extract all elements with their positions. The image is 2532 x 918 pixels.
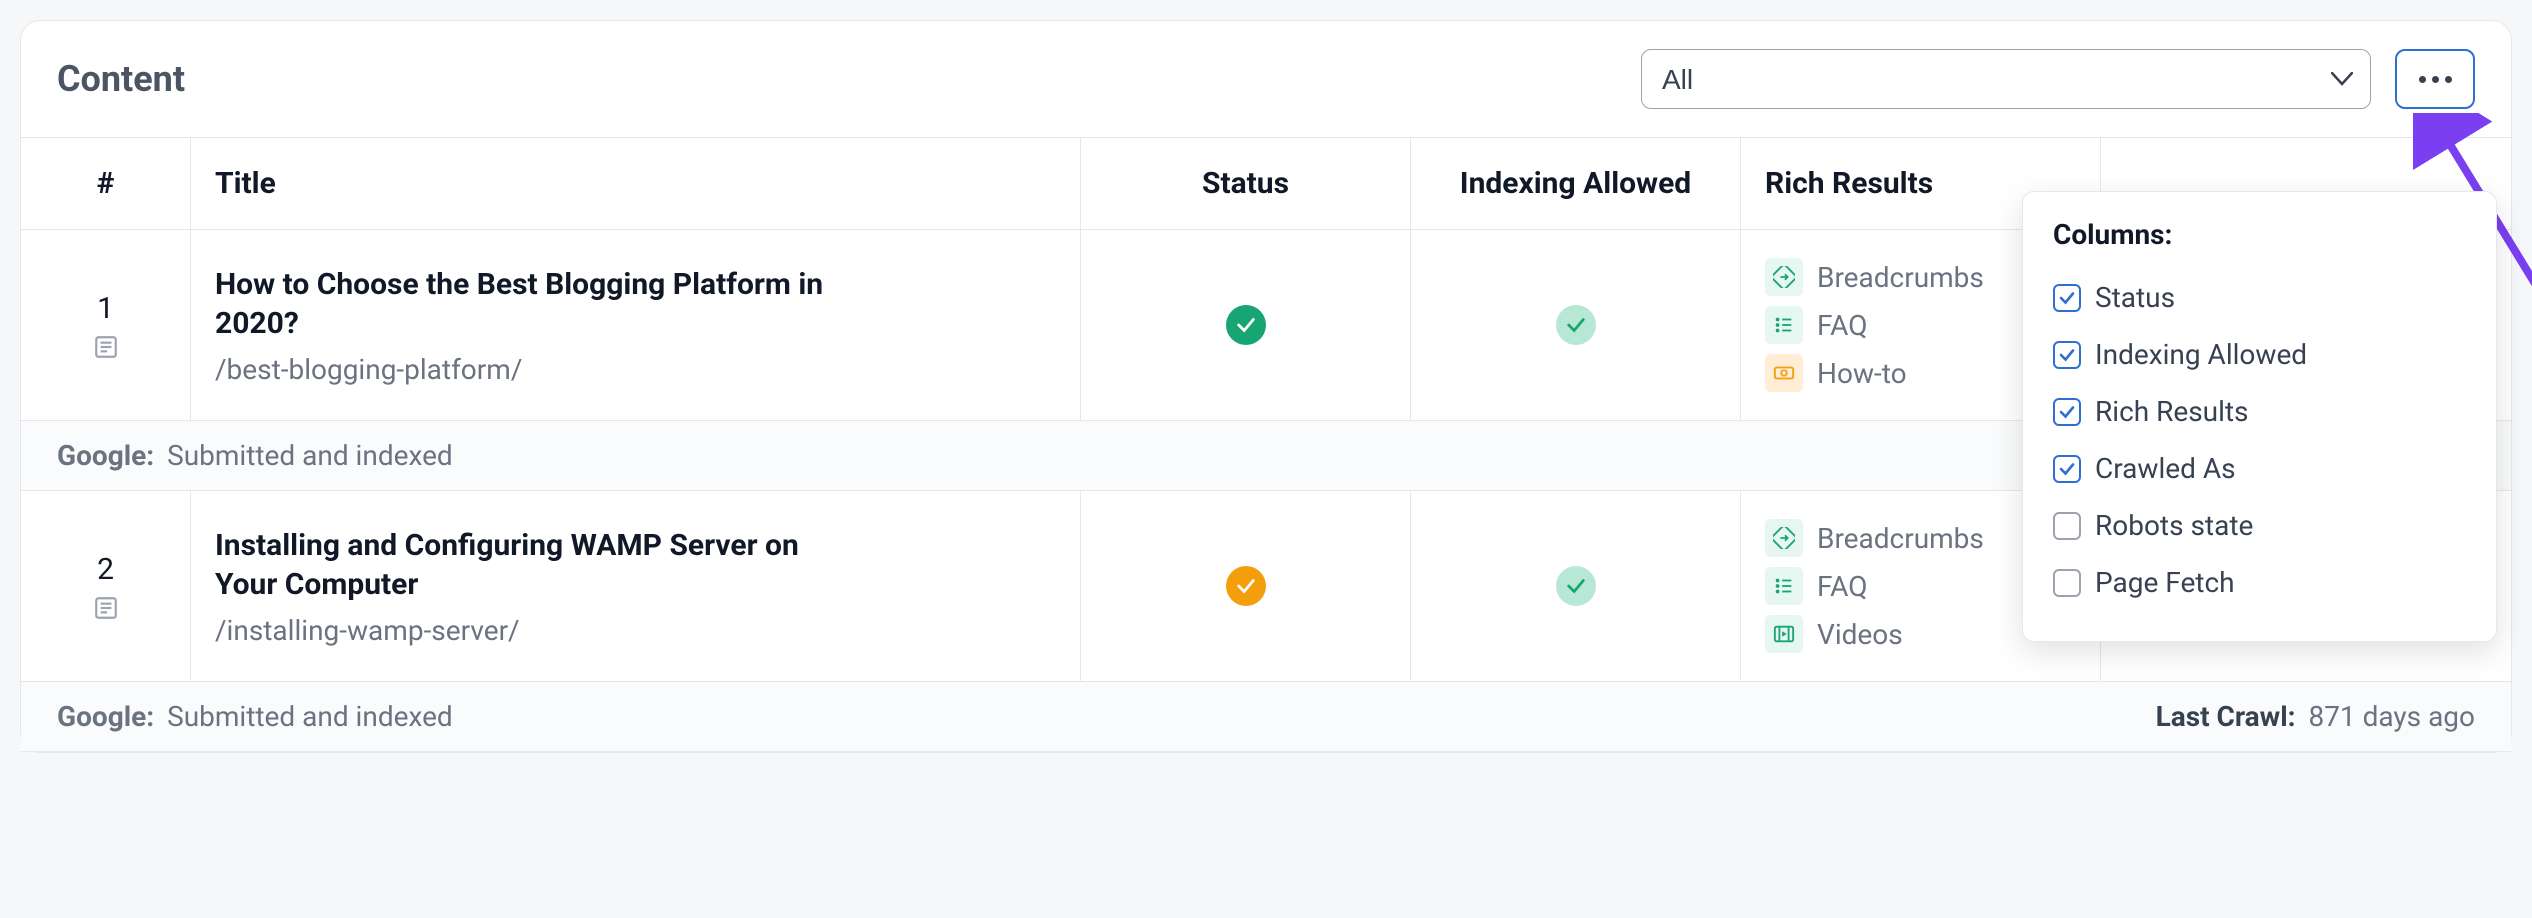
row-title[interactable]: Installing and Configuring WAMP Server o… — [215, 526, 855, 604]
rich-item-label: Videos — [1817, 618, 1903, 651]
breadcrumb-icon — [1765, 519, 1803, 557]
col-header-num: # — [21, 138, 191, 229]
checkbox-checked-icon — [2053, 341, 2081, 369]
col-header-title: Title — [191, 138, 1081, 229]
last-crawl-label: Last Crawl: — [2156, 700, 2296, 733]
panel-header: Content All — [21, 21, 2511, 138]
col-header-status: Status — [1081, 138, 1411, 229]
panel-title: Content — [57, 58, 185, 100]
last-crawl: Last Crawl: 871 days ago — [2156, 700, 2475, 733]
row-number: 1 — [97, 291, 114, 326]
column-toggle[interactable]: Robots state — [2053, 497, 2466, 554]
checkbox-checked-icon — [2053, 455, 2081, 483]
content-panel: Content All # Title Status Indexing Allo… — [20, 20, 2512, 753]
popover-title: Columns: — [2053, 218, 2466, 251]
column-toggle-label: Crawled As — [2095, 452, 2236, 485]
col-header-indexing: Indexing Allowed — [1411, 138, 1741, 229]
faq-icon — [1765, 306, 1803, 344]
google-status-text: Submitted and indexed — [167, 439, 453, 472]
ellipsis-icon — [2419, 76, 2426, 83]
google-status: Google: Submitted and indexed — [57, 700, 453, 733]
column-toggle-label: Status — [2095, 281, 2175, 314]
videos-icon — [1765, 615, 1803, 653]
google-status-strip: Google: Submitted and indexed Last Crawl… — [21, 682, 2511, 752]
rich-item-label: FAQ — [1817, 309, 1868, 342]
row-number-cell: 1 — [21, 230, 191, 420]
google-label: Google: — [57, 439, 154, 472]
rich-item-label: How-to — [1817, 357, 1907, 390]
columns-popover: Columns: Status Indexing Allowed Rich Resu… — [2022, 191, 2497, 642]
rich-item-label: Breadcrumbs — [1817, 261, 1984, 294]
last-crawl-value: 871 days ago — [2308, 700, 2475, 733]
filter-select-wrap: All — [1641, 49, 2371, 109]
column-toggle[interactable]: Crawled As — [2053, 440, 2466, 497]
checkbox-unchecked-icon — [2053, 569, 2081, 597]
filter-select[interactable]: All — [1641, 49, 2371, 109]
howto-icon — [1765, 354, 1803, 392]
rich-item-label: Breadcrumbs — [1817, 522, 1984, 555]
column-toggle[interactable]: Status — [2053, 269, 2466, 326]
column-toggle[interactable]: Rich Results — [2053, 383, 2466, 440]
indexing-cell — [1411, 230, 1741, 420]
page-icon — [93, 595, 119, 621]
rich-item-label: FAQ — [1817, 570, 1868, 603]
column-toggle-label: Robots state — [2095, 509, 2253, 542]
row-path: /installing-wamp-server/ — [215, 614, 1056, 647]
column-toggle-label: Page Fetch — [2095, 566, 2235, 599]
row-number: 2 — [97, 552, 114, 587]
checkbox-unchecked-icon — [2053, 512, 2081, 540]
column-toggle[interactable]: Page Fetch — [2053, 554, 2466, 611]
more-options-button[interactable] — [2395, 49, 2475, 109]
breadcrumb-icon — [1765, 258, 1803, 296]
column-toggle-label: Rich Results — [2095, 395, 2249, 428]
google-label: Google: — [57, 700, 154, 733]
status-cell — [1081, 230, 1411, 420]
column-toggle[interactable]: Indexing Allowed — [2053, 326, 2466, 383]
row-path: /best-blogging-platform/ — [215, 353, 1056, 386]
google-status-text: Submitted and indexed — [167, 700, 453, 733]
column-toggle-label: Indexing Allowed — [2095, 338, 2307, 371]
status-cell — [1081, 491, 1411, 681]
row-number-cell: 2 — [21, 491, 191, 681]
indexing-ok-icon — [1556, 305, 1596, 345]
checkbox-checked-icon — [2053, 284, 2081, 312]
indexing-cell — [1411, 491, 1741, 681]
status-warning-icon — [1226, 566, 1266, 606]
indexing-ok-icon — [1556, 566, 1596, 606]
status-ok-icon — [1226, 305, 1266, 345]
page-icon — [93, 334, 119, 360]
title-cell: How to Choose the Best Blogging Platform… — [191, 230, 1081, 420]
google-status: Google: Submitted and indexed — [57, 439, 453, 472]
faq-icon — [1765, 567, 1803, 605]
title-cell: Installing and Configuring WAMP Server o… — [191, 491, 1081, 681]
header-controls: All — [1641, 49, 2475, 109]
checkbox-checked-icon — [2053, 398, 2081, 426]
row-title[interactable]: How to Choose the Best Blogging Platform… — [215, 265, 855, 343]
